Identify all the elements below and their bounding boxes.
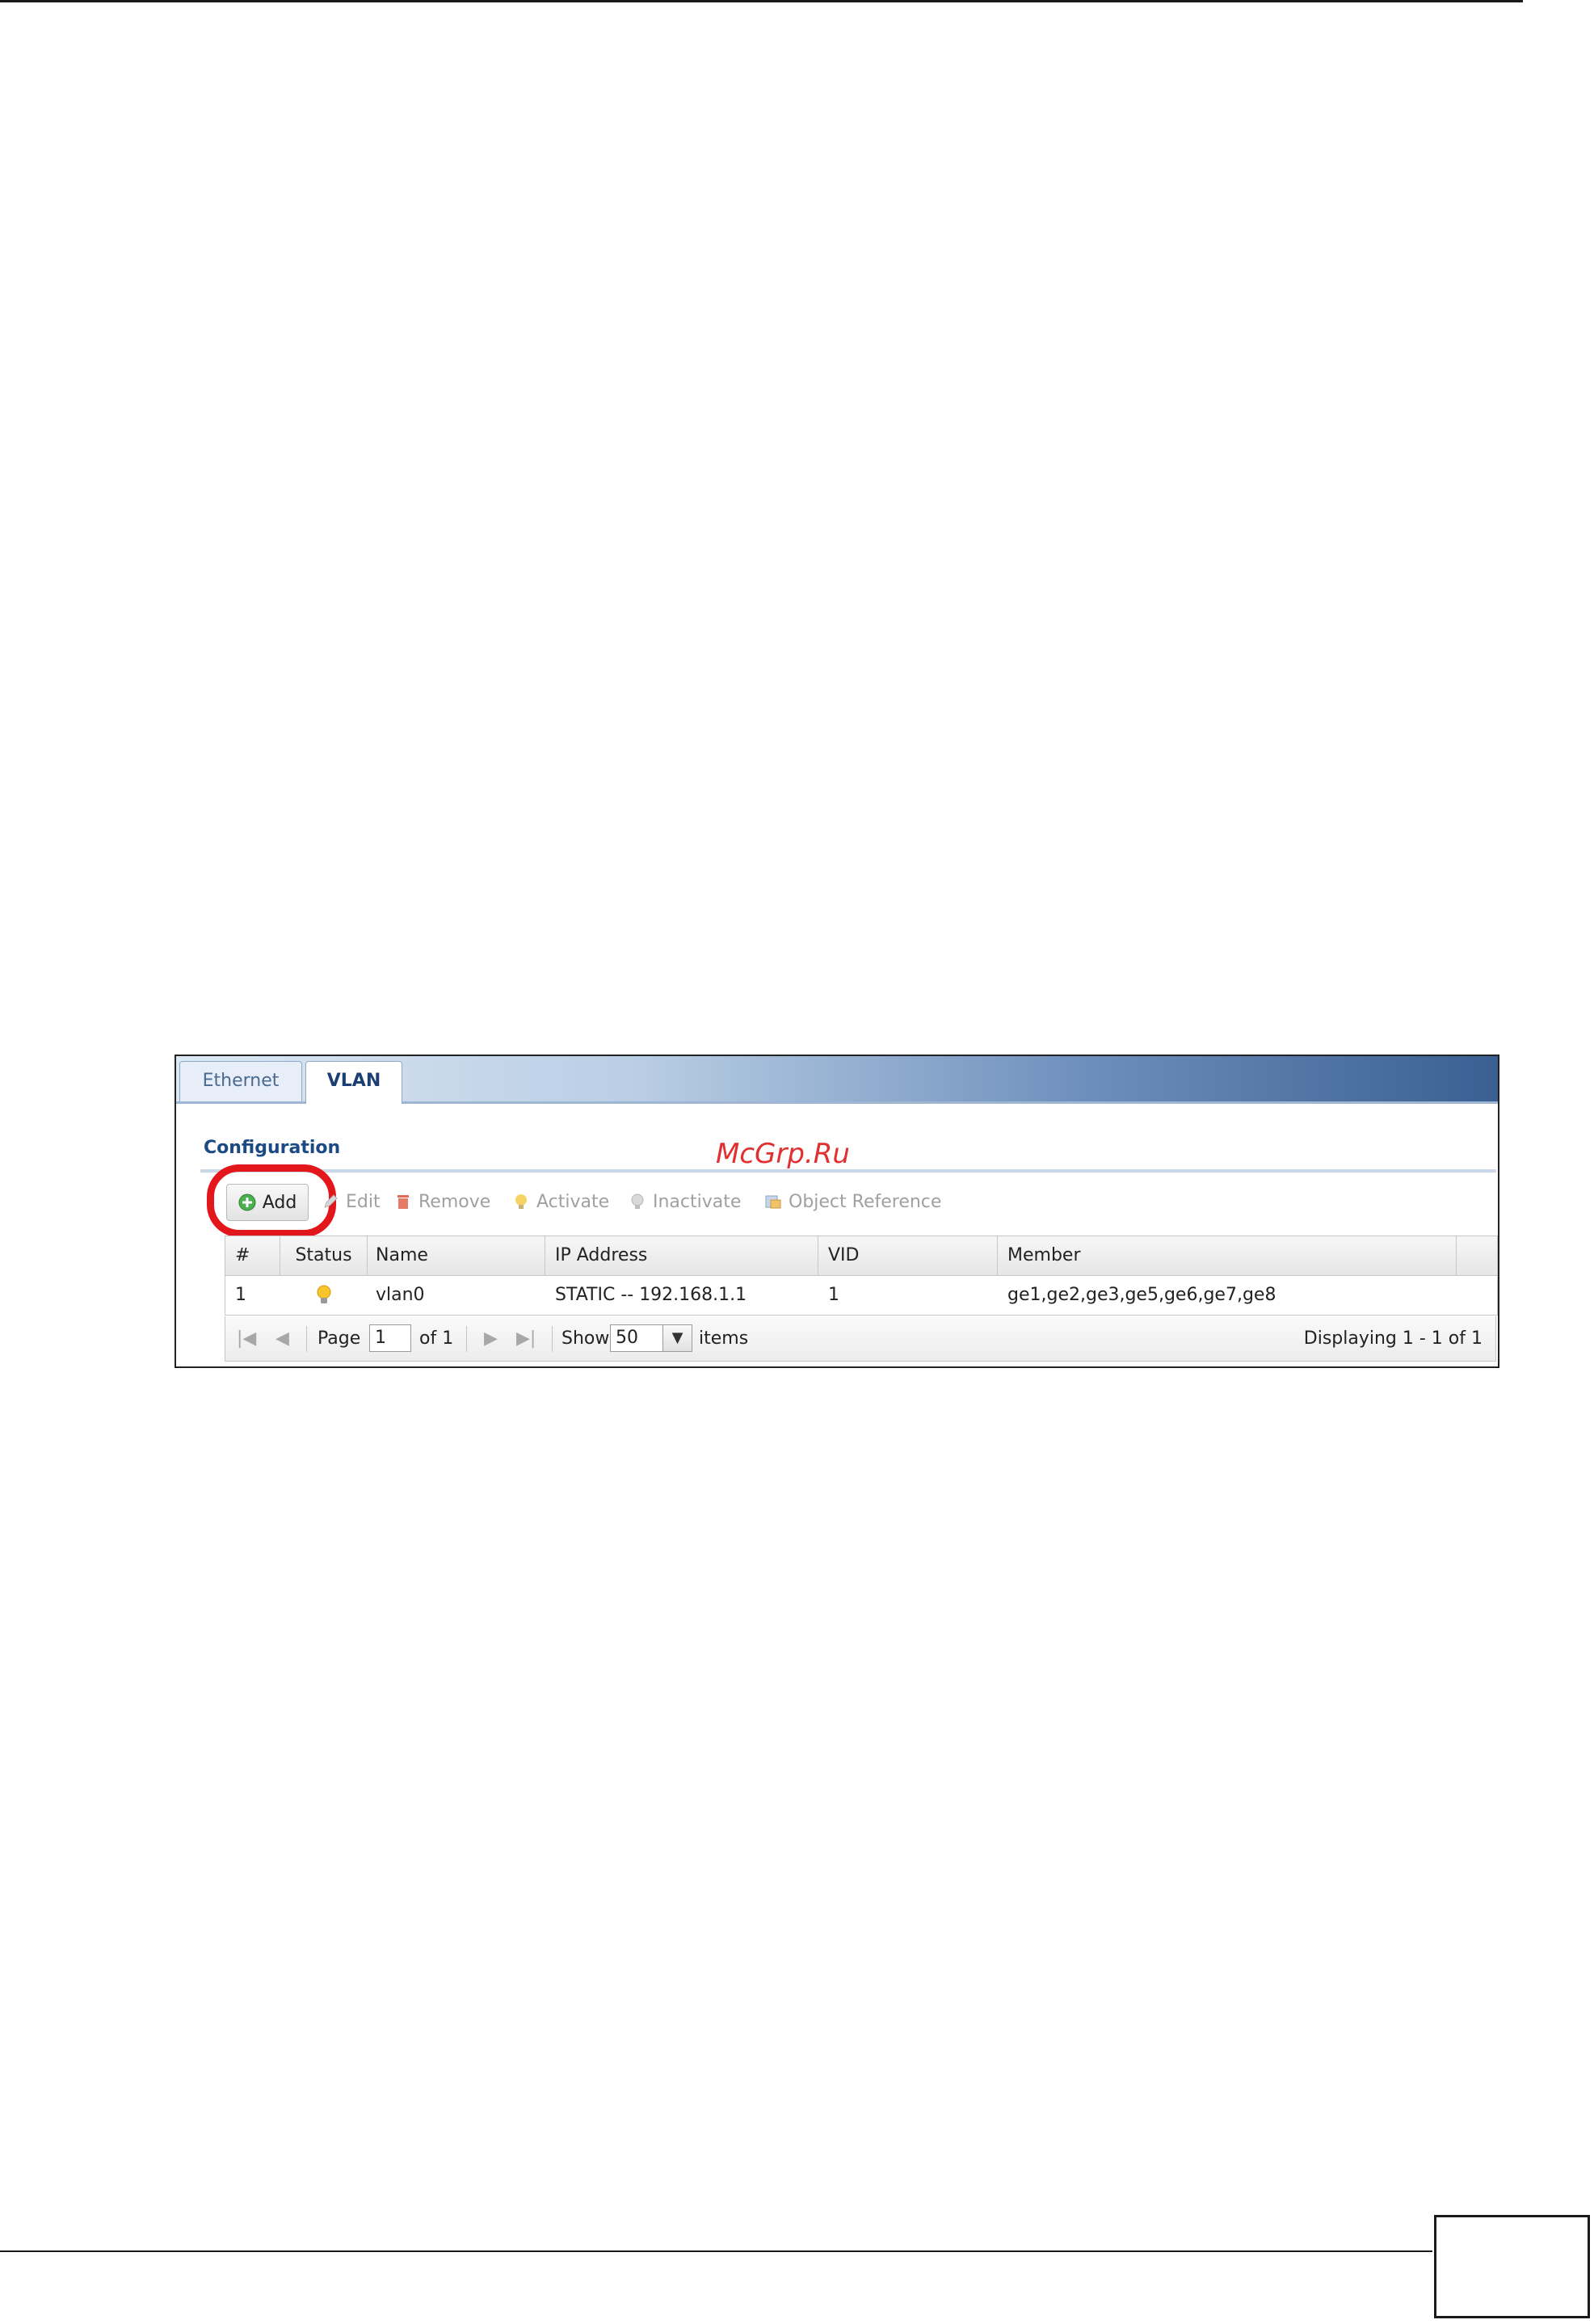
column-name[interactable]: Name: [368, 1236, 545, 1275]
header-rule: [0, 0, 1523, 2]
tab-vlan[interactable]: VLAN: [305, 1061, 402, 1104]
last-page-icon[interactable]: ▶|: [516, 1324, 536, 1354]
object-reference-label: Object Reference: [789, 1191, 942, 1212]
inactivate-button[interactable]: Inactivate: [629, 1184, 741, 1219]
displaying-label: Displaying 1 - 1 of 1: [1303, 1328, 1483, 1349]
object-reference-button[interactable]: Object Reference: [764, 1184, 941, 1219]
column-vid[interactable]: VID: [818, 1236, 998, 1275]
tab-ethernet[interactable]: Ethernet: [179, 1061, 302, 1101]
page-of-label: of 1: [419, 1328, 454, 1349]
watermark: McGrp.Ru: [716, 1138, 850, 1170]
section-title: Configuration: [204, 1138, 341, 1158]
remove-label: Remove: [418, 1191, 491, 1212]
activate-button[interactable]: Activate: [512, 1184, 609, 1219]
table-row[interactable]: 1 vlan0 STATIC -- 192.168.1.1 1 ge1,ge2,…: [225, 1276, 1497, 1315]
column-ip-address[interactable]: IP Address: [545, 1236, 818, 1275]
first-page-icon[interactable]: |◀: [237, 1324, 256, 1354]
page-number-box: [1434, 2215, 1590, 2318]
lightbulb-on-icon: [317, 1285, 331, 1303]
items-label: items: [699, 1328, 749, 1349]
pager-divider: [466, 1326, 467, 1352]
column-index[interactable]: #: [225, 1236, 280, 1275]
page-label: Page: [318, 1328, 361, 1349]
column-status[interactable]: Status: [280, 1236, 368, 1275]
tab-bar: Ethernet VLAN: [176, 1056, 1498, 1104]
column-member[interactable]: Member: [998, 1236, 1457, 1275]
pagination-bar: |◀ ◀ Page 1 of 1 ▶ ▶| Show 50 ▼ items Di…: [225, 1316, 1496, 1362]
row-name: vlan0: [376, 1285, 425, 1305]
remove-button[interactable]: Remove: [394, 1184, 490, 1219]
page-input[interactable]: 1: [369, 1324, 411, 1352]
add-label: Add: [262, 1192, 297, 1213]
row-ip-address: STATIC -- 192.168.1.1: [555, 1285, 747, 1305]
lightbulb-off-icon: [631, 1194, 644, 1209]
trash-icon: [397, 1195, 409, 1209]
footer-rule: [0, 2250, 1432, 2252]
edit-icon: [324, 1194, 338, 1208]
inactivate-label: Inactivate: [653, 1191, 742, 1212]
pager-divider: [306, 1326, 307, 1352]
edit-label: Edit: [346, 1191, 381, 1212]
pager-divider: [552, 1326, 553, 1352]
show-label: Show: [561, 1328, 610, 1349]
vlan-screenshot: Ethernet VLAN Configuration McGrp.Ru Add…: [175, 1055, 1499, 1368]
next-page-icon[interactable]: ▶: [484, 1324, 498, 1354]
row-status: [280, 1276, 368, 1315]
activate-label: Activate: [536, 1191, 610, 1212]
chevron-down-icon[interactable]: ▼: [663, 1324, 692, 1352]
table-header: # Status Name IP Address VID Member: [225, 1236, 1497, 1276]
items-per-page-select[interactable]: 50: [610, 1324, 663, 1352]
lightbulb-icon: [515, 1194, 527, 1209]
prev-page-icon[interactable]: ◀: [275, 1324, 289, 1354]
vlan-table: # Status Name IP Address VID Member 1 vl…: [225, 1236, 1498, 1316]
edit-button[interactable]: Edit: [322, 1184, 381, 1219]
add-button[interactable]: Add: [226, 1184, 309, 1221]
row-member: ge1,ge2,ge3,ge5,ge6,ge7,ge8: [1007, 1285, 1276, 1305]
add-icon: [238, 1194, 256, 1211]
object-reference-icon: [765, 1195, 781, 1209]
row-vid: 1: [828, 1285, 839, 1305]
